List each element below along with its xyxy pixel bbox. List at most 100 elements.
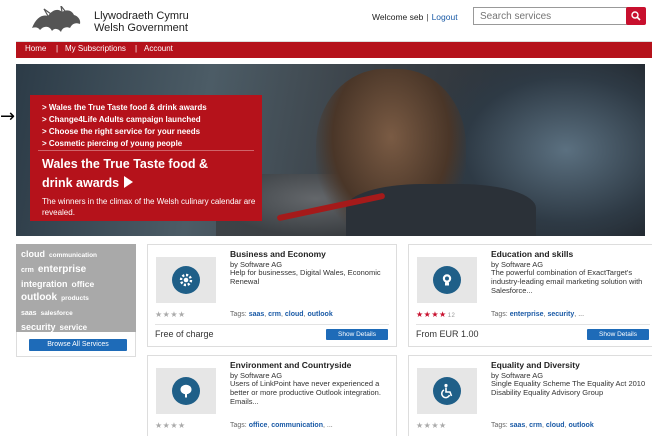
search-input[interactable] — [473, 7, 628, 25]
rating-stars[interactable]: ★★★★ — [416, 421, 447, 430]
tag-link[interactable]: crm — [268, 311, 281, 318]
service-thumbnail — [156, 368, 216, 414]
service-icon-badge — [172, 377, 200, 405]
main-nav: Home | My Subscriptions | Account — [16, 42, 652, 58]
service-title[interactable]: Business and Economy — [230, 249, 326, 259]
tag-cloud-item[interactable]: enterprise — [38, 264, 86, 275]
nav-home[interactable]: Home — [25, 44, 46, 53]
tag-cloud-item[interactable]: office — [72, 279, 95, 289]
play-icon[interactable] — [124, 176, 134, 188]
service-description: The powerful combination of ExactTarget'… — [491, 268, 643, 295]
card-divider — [155, 324, 389, 325]
rating-stars[interactable]: ★★★★ — [155, 421, 186, 430]
tag-cloud-item[interactable]: crm — [21, 267, 34, 274]
service-title[interactable]: Equality and Diversity — [491, 360, 580, 370]
tag-more: ... — [578, 311, 585, 318]
tag-cloud-item[interactable]: salesforce — [41, 310, 73, 317]
card-divider — [416, 324, 650, 325]
service-thumbnail — [156, 257, 216, 303]
tags-label: Tags: — [491, 422, 508, 429]
lightbulb-icon — [442, 274, 452, 286]
browse-all-services-button[interactable]: Browse All Services — [29, 339, 127, 351]
service-icon-badge — [433, 377, 461, 405]
tag-cloud-item[interactable]: security — [21, 322, 56, 332]
tag-link[interactable]: saas — [510, 422, 526, 429]
brand-name: Llywodraeth Cymru Welsh Government — [94, 10, 189, 34]
logout-link[interactable]: Logout — [432, 12, 458, 22]
tag-cloud-item[interactable]: cloud — [21, 249, 45, 259]
service-thumbnail — [417, 368, 477, 414]
promo-item[interactable]: > Change4Life Adults campaign launched — [42, 114, 207, 126]
page: → Llywodraeth Cymru Welsh Government Wel… — [0, 0, 652, 436]
site-header: Llywodraeth Cymru Welsh Government Welco… — [16, 0, 652, 42]
show-details-button[interactable]: Show Details — [587, 329, 649, 340]
service-description: Users of LinkPoint have never experience… — [230, 379, 381, 406]
service-description: Single Equality Scheme The Equality Act … — [491, 379, 646, 397]
promo-panel: > Wales the True Taste food & drink awar… — [30, 95, 262, 221]
service-thumbnail — [417, 257, 477, 303]
nav-account[interactable]: Account — [144, 44, 173, 53]
browse-panel: Browse All Services — [16, 332, 136, 357]
tags-label: Tags: — [230, 311, 247, 318]
tag-link[interactable]: cloud — [285, 311, 304, 318]
nav-separator: | — [56, 44, 59, 53]
gear-icon — [179, 273, 193, 287]
search-button[interactable] — [626, 7, 646, 25]
search-icon — [631, 11, 641, 21]
nav-separator: | — [135, 44, 138, 53]
promo-list: > Wales the True Taste food & drink awar… — [42, 102, 207, 150]
brand-english: Welsh Government — [94, 22, 188, 34]
tag-link[interactable]: outlook — [307, 311, 332, 318]
tag-link[interactable]: enterprise — [510, 311, 544, 318]
tag-link[interactable]: communication — [271, 422, 323, 429]
promo-title[interactable]: Wales the True Taste food & drink awards — [42, 155, 242, 193]
edge-arrow-icon: → — [0, 106, 16, 127]
service-card: Education and skills by Software AG The … — [408, 244, 652, 347]
promo-divider — [38, 150, 254, 151]
tree-icon — [180, 384, 192, 398]
tag-cloud-item[interactable]: outlook — [21, 292, 57, 303]
service-price: From EUR 1.00 — [416, 329, 479, 339]
show-details-button[interactable]: Show Details — [326, 329, 388, 340]
welcome-text: Welcome seb — [372, 12, 424, 22]
tag-cloud-item[interactable]: products — [61, 295, 89, 302]
tag-cloud-item[interactable]: service — [60, 323, 88, 332]
service-price: Free of charge — [155, 329, 214, 339]
hero-person-shirt — [346, 184, 536, 236]
welcome-separator: | — [426, 12, 429, 22]
rating-count: 12 — [447, 313, 456, 319]
dragon-logo-icon[interactable] — [28, 6, 84, 36]
rating-stars[interactable]: ★★★★ — [155, 310, 186, 319]
tag-link[interactable]: cloud — [546, 422, 565, 429]
promo-item[interactable]: > Wales the True Taste food & drink awar… — [42, 102, 207, 114]
service-title[interactable]: Environment and Countryside — [230, 360, 351, 370]
service-icon-badge — [433, 266, 461, 294]
service-icon-badge — [172, 266, 200, 294]
tag-link[interactable]: crm — [529, 422, 542, 429]
promo-item[interactable]: > Cosmetic piercing of young people — [42, 138, 207, 150]
service-tags: Tags: enterprise, security, ... — [491, 311, 585, 318]
welcome-area: Welcome seb | Logout — [372, 12, 458, 22]
service-tags: Tags: saas, crm, cloud, outlook — [230, 311, 333, 318]
tag-link[interactable]: saas — [249, 311, 265, 318]
tag-link[interactable]: outlook — [568, 422, 593, 429]
rating-stars[interactable]: ★★★★12 — [416, 310, 455, 319]
nav-my-subscriptions[interactable]: My Subscriptions — [65, 44, 126, 53]
tag-link[interactable]: office — [249, 422, 268, 429]
tag-link[interactable]: security — [547, 311, 574, 318]
service-card: Equality and Diversity by Software AG Si… — [408, 355, 652, 436]
tag-cloud-item[interactable]: saas — [21, 310, 37, 317]
promo-item[interactable]: > Choose the right service for your need… — [42, 126, 207, 138]
promo-description: The winners in the climax of the Welsh c… — [42, 197, 256, 217]
service-tags: Tags: office, communication, ... — [230, 422, 333, 429]
service-description: Help for businesses, Digital Wales, Econ… — [230, 268, 381, 286]
tag-cloud: cloud communication crm enterprise integra… — [16, 244, 136, 346]
service-card: Environment and Countryside by Software … — [147, 355, 397, 436]
tag-cloud-item[interactable]: integration — [21, 279, 68, 289]
brand-welsh: Llywodraeth Cymru — [94, 10, 189, 22]
tag-more: ... — [326, 422, 333, 429]
wheelchair-icon — [441, 383, 453, 399]
service-title[interactable]: Education and skills — [491, 249, 573, 259]
tag-cloud-item[interactable]: communication — [49, 252, 97, 259]
service-card: Business and Economy by Software AG Help… — [147, 244, 397, 347]
